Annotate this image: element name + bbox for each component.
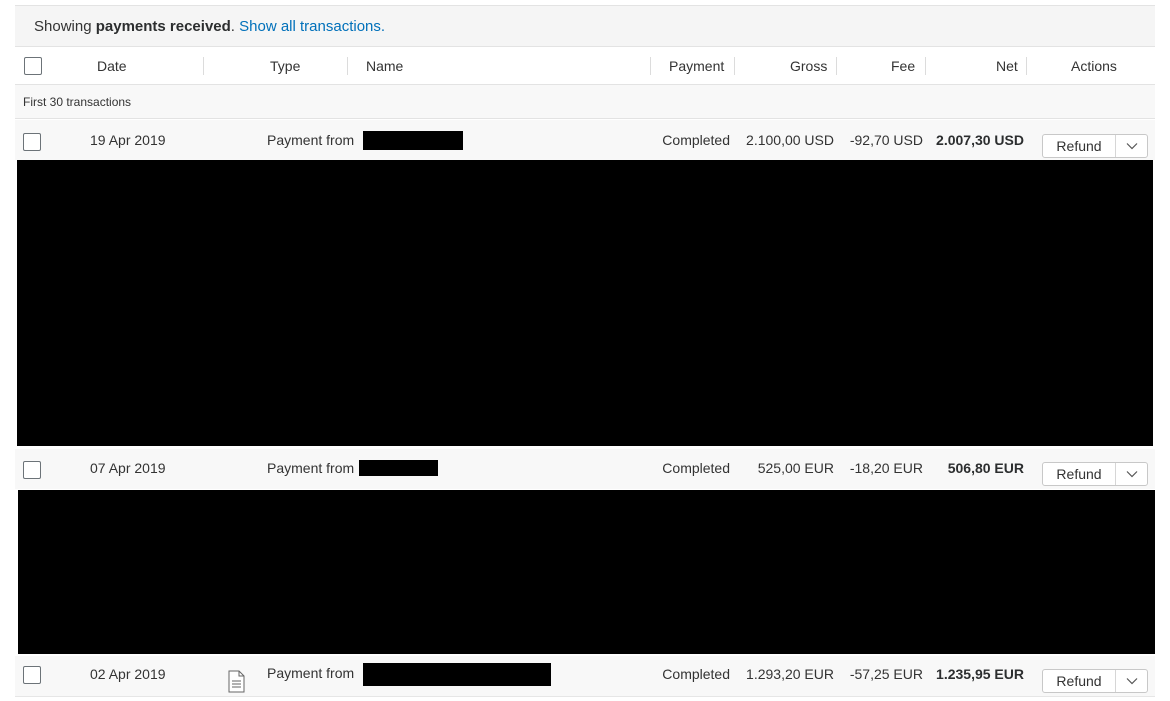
column-separator	[836, 57, 837, 75]
chevron-down-icon[interactable]	[1116, 463, 1147, 485]
document-icon	[228, 670, 245, 698]
banner-prefix: Showing	[34, 18, 92, 35]
column-separator	[203, 57, 204, 75]
refund-button-label: Refund	[1056, 466, 1102, 482]
filter-banner: Showing payments received. Show all tran…	[15, 5, 1155, 47]
banner-filter-label: payments received	[95, 18, 231, 35]
column-separator	[925, 57, 926, 75]
fee-amount: -18,20 EUR	[849, 460, 923, 476]
column-header-payment[interactable]: Payment	[669, 47, 724, 85]
column-header-actions: Actions	[1071, 58, 1117, 74]
refund-button[interactable]: Refund	[1042, 462, 1148, 486]
redacted-name	[359, 460, 438, 476]
transaction-date: 02 Apr 2019	[90, 666, 166, 682]
column-header-date[interactable]: Date	[97, 47, 127, 85]
column-header-net[interactable]: Net	[996, 47, 1018, 85]
transaction-type: Payment from	[267, 460, 355, 476]
gross-amount: 525,00 EUR	[757, 460, 834, 476]
column-header-gross[interactable]: Gross	[790, 47, 827, 85]
column-header-name[interactable]: Name	[366, 47, 403, 85]
row-divider	[15, 696, 1155, 697]
row-checkbox[interactable]	[23, 133, 41, 151]
redacted-region	[17, 160, 1153, 446]
refund-button-label: Refund	[1056, 673, 1102, 689]
payment-status: Completed	[662, 460, 730, 476]
transaction-type: Payment from	[267, 665, 355, 681]
gross-amount: 2.100,00 USD	[746, 132, 834, 148]
transaction-date: 07 Apr 2019	[90, 460, 166, 476]
fee-amount: -92,70 USD	[849, 132, 923, 148]
fee-amount: -57,25 EUR	[849, 666, 923, 682]
table-row[interactable]: 19 Apr 2019 Payment from Completed 2.100…	[15, 120, 1155, 160]
table-row[interactable]: 07 Apr 2019 Payment from Completed 525,0…	[15, 449, 1155, 489]
column-separator	[734, 57, 735, 75]
refund-button-label: Refund	[1056, 138, 1102, 154]
refund-button[interactable]: Refund	[1042, 134, 1148, 158]
payment-status: Completed	[662, 132, 730, 148]
column-header-fee[interactable]: Fee	[891, 47, 915, 85]
redacted-name	[363, 663, 551, 686]
chevron-down-icon[interactable]	[1116, 670, 1147, 692]
banner-suffix: .	[230, 18, 235, 35]
table-header: Date Type Name Payment Gross Fee Net Act…	[15, 47, 1155, 85]
transaction-date: 19 Apr 2019	[90, 132, 166, 148]
column-separator	[1026, 57, 1027, 75]
payment-status: Completed	[662, 666, 730, 682]
column-separator	[347, 57, 348, 75]
redacted-name	[363, 131, 463, 150]
redacted-region	[18, 490, 1155, 654]
show-all-transactions-link[interactable]: Show all transactions.	[239, 18, 385, 35]
transaction-type: Payment from	[267, 132, 355, 148]
transactions-count-label: First 30 transactions	[15, 85, 1155, 119]
net-amount: 1.235,95 EUR	[936, 666, 1024, 682]
refund-button[interactable]: Refund	[1042, 669, 1148, 693]
column-header-type[interactable]: Type	[270, 47, 300, 85]
gross-amount: 1.293,20 EUR	[746, 666, 834, 682]
select-all-checkbox[interactable]	[24, 57, 42, 75]
column-separator	[650, 57, 651, 75]
net-amount: 506,80 EUR	[947, 460, 1024, 476]
row-checkbox[interactable]	[23, 461, 41, 479]
table-row[interactable]: 02 Apr 2019 Payment from Completed 1.293…	[15, 656, 1155, 696]
chevron-down-icon[interactable]	[1116, 135, 1147, 157]
row-checkbox[interactable]	[23, 666, 41, 684]
net-amount: 2.007,30 USD	[936, 132, 1024, 148]
